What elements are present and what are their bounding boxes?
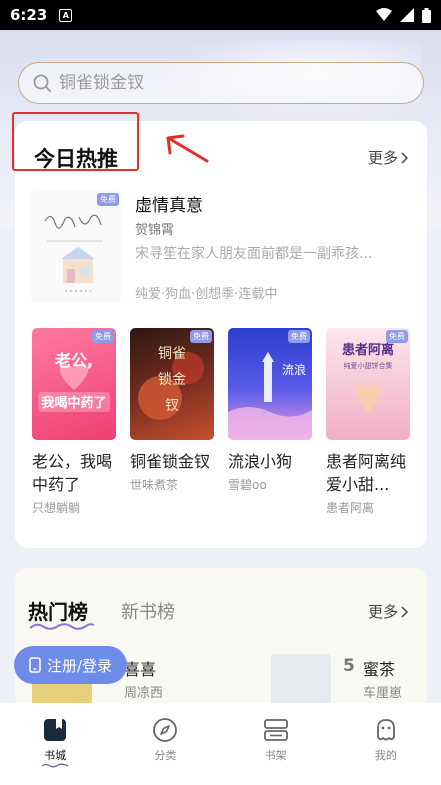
- tab-new-books[interactable]: 新书榜: [121, 598, 175, 624]
- free-badge: 免费: [288, 330, 310, 343]
- free-badge: 免费: [97, 193, 119, 206]
- ranking-book-title[interactable]: 蜜茶: [363, 656, 395, 680]
- book-author: 雪碧oo: [228, 478, 267, 492]
- featured-cover-art: [31, 191, 121, 303]
- nav-item-bookstore[interactable]: 书城: [15, 717, 95, 785]
- more-label: 更多: [367, 149, 398, 167]
- nav-item-profile[interactable]: 我的: [346, 717, 426, 785]
- search-bar[interactable]: [18, 62, 424, 104]
- ranking-book-author: 周凉西: [124, 686, 164, 701]
- search-icon: [33, 74, 51, 92]
- featured-description: 宋寻笙在家人朋友面前都是一副乖孩...: [135, 246, 373, 262]
- signal-icon: [400, 8, 414, 22]
- free-badge: 免费: [92, 330, 114, 343]
- book-title: 流浪小狗: [228, 452, 293, 471]
- cover-art: 流浪: [228, 352, 312, 440]
- bookstore-icon: [44, 719, 67, 741]
- status-time: 6:23: [10, 6, 48, 24]
- profile-icon: [376, 719, 395, 741]
- featured-author: 贺锦霄: [135, 223, 175, 238]
- book-cover[interactable]: 铜雀 锁金 钗 免费: [130, 328, 214, 440]
- ranking-book-author: 车厘崽: [363, 686, 403, 701]
- status-icons: [376, 7, 431, 23]
- recommend-card: 今日热推 更多 免费 虚情真意 贺锦霄 宋寻笙在家人朋友面前都是一副乖孩... …: [12, 112, 427, 548]
- book-title: 患者阿离纯爱小甜...: [326, 452, 407, 494]
- featured-tags: 纯爱·狗血·创想季·连载中: [135, 287, 278, 302]
- svg-text:患者阿离: 患者阿离: [342, 342, 394, 358]
- ranking-card: 热门榜 新书榜 更多 喜喜 周凉西 5 蜜茶 车厘崽: [15, 568, 427, 708]
- book-item[interactable]: 患者阿离 纯爱小甜饼合集 免费 患者阿离纯爱小甜... 患者阿离: [326, 328, 414, 516]
- book-author: 患者阿离: [326, 501, 375, 515]
- featured-book-cover[interactable]: 免费: [31, 191, 121, 303]
- free-badge: 免费: [190, 330, 212, 343]
- tab-underline-wave-icon: [29, 623, 95, 630]
- ranking-book-cover[interactable]: [271, 654, 331, 708]
- chevron-right-icon: [401, 605, 409, 618]
- book-item[interactable]: 流浪 免费 流浪小狗 雪碧oo: [228, 328, 316, 493]
- cover-art: 老公, 我喝中药了: [38, 351, 110, 412]
- cover-art: 患者阿离 纯爱小甜饼合集: [342, 342, 394, 412]
- book-author: 世味煮茶: [130, 478, 179, 492]
- register-login-button[interactable]: 注册/登录: [14, 646, 127, 684]
- book-cover[interactable]: 患者阿离 纯爱小甜饼合集 免费: [326, 328, 410, 440]
- free-badge: 免费: [386, 330, 408, 343]
- svg-text:流浪: 流浪: [282, 362, 306, 377]
- status-bar: 6:23 A: [0, 0, 441, 30]
- search-input[interactable]: [59, 73, 389, 93]
- ranking-book-title[interactable]: 喜喜: [124, 656, 156, 680]
- chevron-right-icon: [401, 151, 409, 164]
- cover-art: 铜雀 锁金 钗: [138, 346, 204, 420]
- svg-text:钗: 钗: [165, 398, 179, 414]
- nav-label: 书架: [264, 749, 287, 762]
- notification-icon: A: [59, 8, 73, 22]
- bookshelf-icon: [263, 719, 288, 741]
- book-item[interactable]: 铜雀 锁金 钗 免费 铜雀锁金钗 世味煮茶: [130, 328, 218, 493]
- book-cover[interactable]: 老公, 我喝中药了 免费: [32, 328, 116, 440]
- ranking-number: 5: [343, 656, 355, 676]
- nav-label: 分类: [154, 749, 177, 762]
- book-title: 老公，我喝中药了: [32, 452, 113, 494]
- nav-item-bookshelf[interactable]: 书架: [236, 717, 316, 785]
- compass-icon: [153, 718, 178, 742]
- wifi-icon: [376, 8, 392, 21]
- nav-label: 书城: [44, 749, 67, 762]
- recommend-more-link[interactable]: 更多: [368, 147, 409, 168]
- tab-hot-ranking[interactable]: 热门榜: [28, 596, 88, 625]
- register-label: 注册/登录: [46, 656, 113, 675]
- book-item[interactable]: 老公, 我喝中药了 免费 老公，我喝中药了 只想躺躺: [32, 328, 120, 516]
- svg-text:老公,: 老公,: [54, 351, 93, 370]
- book-author: 只想躺躺: [32, 501, 81, 515]
- battery-icon: [422, 7, 431, 23]
- bottom-nav: 书城 分类 书架 我的: [0, 703, 441, 785]
- ranking-more-link[interactable]: 更多: [368, 601, 409, 622]
- nav-item-category[interactable]: 分类: [125, 717, 205, 785]
- svg-text:我喝中药了: 我喝中药了: [41, 395, 106, 411]
- annotation-arrow-icon: [166, 134, 209, 163]
- active-underline-icon: [41, 763, 69, 768]
- svg-text:锁金: 锁金: [158, 372, 186, 388]
- nav-label: 我的: [374, 749, 397, 762]
- book-title: 铜雀锁金钗: [130, 452, 211, 471]
- recommend-title: 今日热推: [34, 147, 118, 171]
- svg-text:纯爱小甜饼合集: 纯爱小甜饼合集: [344, 361, 393, 370]
- svg-text:铜雀: 铜雀: [158, 346, 186, 362]
- more-label: 更多: [367, 603, 398, 621]
- featured-title[interactable]: 虚情真意: [135, 191, 203, 216]
- phone-icon: [29, 657, 41, 673]
- book-cover[interactable]: 流浪 免费: [228, 328, 312, 440]
